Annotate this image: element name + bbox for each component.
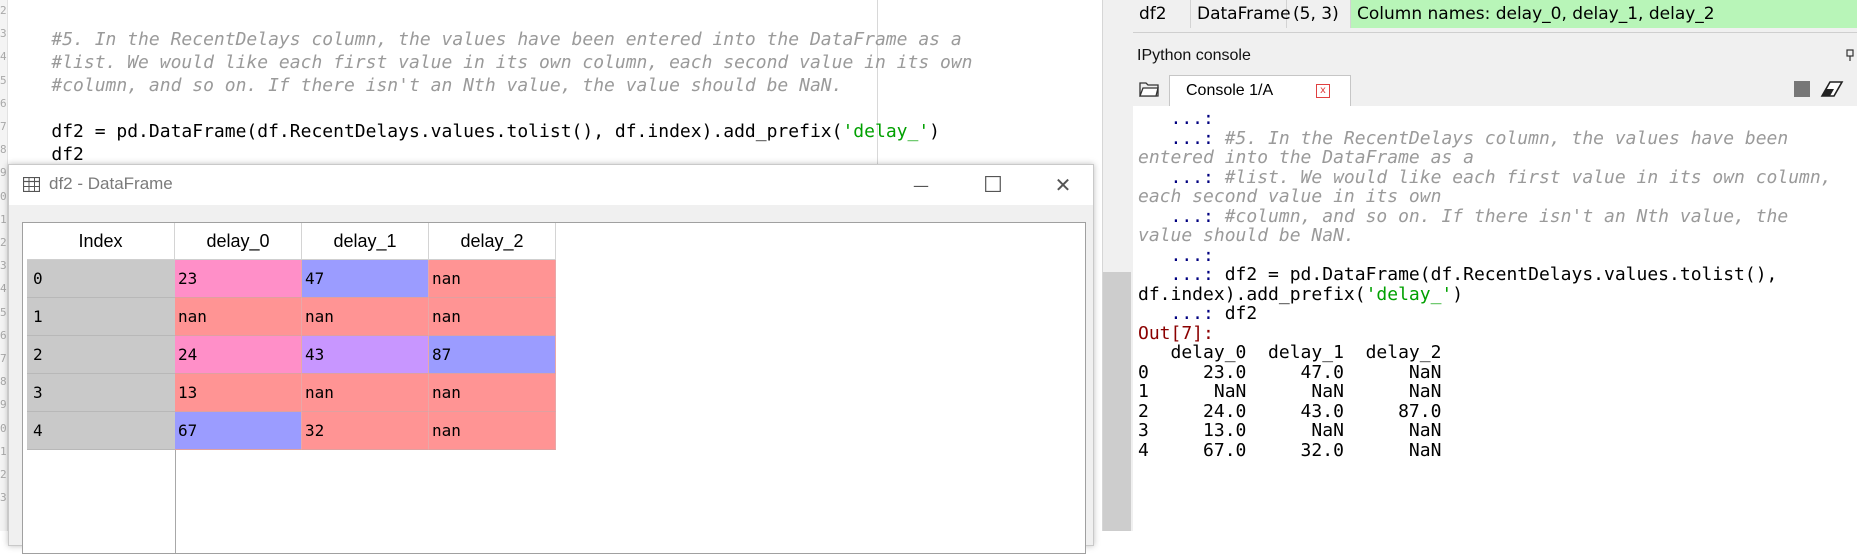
line-number: 4 xyxy=(0,50,7,64)
console-text: df2 xyxy=(1224,303,1258,324)
console-tab-label: Console 1/A xyxy=(1186,82,1274,99)
console-tab[interactable]: Console 1/A x xyxy=(1169,75,1351,106)
ipython-console-output[interactable]: ...: ...: #5. In the RecentDelays column… xyxy=(1133,106,1857,531)
close-button[interactable]: ✕ xyxy=(1041,169,1085,201)
index-header[interactable]: Index xyxy=(27,223,175,260)
minimize-button[interactable]: — xyxy=(899,169,943,201)
column-header-delay-2[interactable]: delay_2 xyxy=(429,223,556,260)
right-panel: df2 DataFrame (5, 3) Column names: delay… xyxy=(1133,0,1857,531)
console-text: ) xyxy=(1452,283,1464,305)
table-cell[interactable]: nan xyxy=(302,298,429,336)
line-number: 1 xyxy=(0,444,7,458)
index-cell[interactable]: 3 xyxy=(27,374,175,412)
table-cell[interactable]: nan xyxy=(429,412,556,450)
line-number-gutter: 2 3 4 5 6 7 8 9 0 1 2 3 4 5 6 7 8 9 0 1 2 3 xyxy=(0,0,8,531)
eraser-icon[interactable] xyxy=(1820,80,1844,98)
code-text: df2 = pd.DataFrame(df.RecentDelays.value… xyxy=(51,121,843,142)
index-header-label: Index xyxy=(78,230,123,251)
line-number: 6 xyxy=(0,328,7,342)
table-cell[interactable]: 13 xyxy=(175,374,302,412)
line-number: 7 xyxy=(0,352,7,365)
variable-value: Column names: delay_0, delay_1, delay_2 xyxy=(1351,0,1857,28)
column-header-label: delay_0 xyxy=(206,230,270,251)
table-cell[interactable]: 24 xyxy=(175,336,302,374)
table-cell[interactable]: 47 xyxy=(302,260,429,298)
line-number: 1 xyxy=(0,212,7,226)
line-number: 9 xyxy=(0,398,7,412)
console-text: 4 67.0 32.0 NaN xyxy=(1138,439,1442,461)
index-cell[interactable]: 0 xyxy=(27,260,175,298)
column-header-delay-0[interactable]: delay_0 xyxy=(175,223,302,260)
variable-explorer-row[interactable]: df2 DataFrame (5, 3) Column names: delay… xyxy=(1133,0,1857,33)
dataframe-table[interactable]: Index delay_0 delay_1 delay_2 0 23 47 nan 1 n… xyxy=(22,222,1086,554)
close-icon: ✕ xyxy=(1054,173,1072,197)
maximize-button[interactable]: ☐ xyxy=(971,169,1015,201)
maximize-icon: ☐ xyxy=(983,172,1003,198)
stop-kernel-icon[interactable] xyxy=(1794,81,1810,97)
console-tab-bar: Console 1/A x xyxy=(1133,72,1857,107)
pane-options-icon[interactable] xyxy=(1845,48,1855,62)
table-cell[interactable]: 87 xyxy=(429,336,556,374)
column-header-label: delay_1 xyxy=(333,230,397,251)
variable-name: df2 xyxy=(1133,0,1191,28)
table-icon xyxy=(23,177,40,192)
table-cell[interactable]: 32 xyxy=(302,412,429,450)
console-line: 4 67.0 32.0 NaN xyxy=(1138,439,1441,462)
line-number: 0 xyxy=(0,189,7,203)
table-cell[interactable]: 23 xyxy=(175,260,302,298)
line-number: 9 xyxy=(0,166,7,180)
code-comment: #column, and so on. If there isn't an Nt… xyxy=(51,75,843,96)
line-number: 4 xyxy=(0,282,7,296)
line-number: 2 xyxy=(0,4,7,17)
table-cell[interactable]: nan xyxy=(429,298,556,336)
table-cell[interactable]: 43 xyxy=(302,336,429,374)
line-number: 8 xyxy=(0,143,7,157)
line-number: 5 xyxy=(0,73,7,87)
line-number: 3 xyxy=(0,259,7,273)
line-number: 5 xyxy=(0,305,7,319)
code-text: ) xyxy=(929,121,941,142)
window-title: df2 - DataFrame xyxy=(49,174,173,193)
index-cell[interactable]: 4 xyxy=(27,412,175,450)
line-number: 3 xyxy=(0,27,7,41)
dataframe-editor-window[interactable]: df2 - DataFrame — ☐ ✕ Index delay_0 dela… xyxy=(8,164,1094,554)
line-number: 8 xyxy=(0,375,7,389)
code-text: df2 xyxy=(51,144,84,165)
variable-size: (5, 3) xyxy=(1287,0,1351,28)
vertical-scrollbar-thumb[interactable] xyxy=(1103,272,1131,531)
table-cell[interactable]: 67 xyxy=(175,412,302,450)
folder-icon[interactable] xyxy=(1139,80,1159,98)
code-string: 'delay_' xyxy=(842,121,930,142)
console-string: 'delay_' xyxy=(1365,283,1453,305)
line-number: 2 xyxy=(0,236,7,249)
table-cell[interactable]: nan xyxy=(302,374,429,412)
close-tab-icon[interactable]: x xyxy=(1316,84,1330,98)
column-header-label: delay_2 xyxy=(460,230,524,251)
variable-type: DataFrame xyxy=(1191,0,1291,28)
index-cell[interactable]: 2 xyxy=(27,336,175,374)
line-number: 0 xyxy=(0,421,7,435)
table-cell[interactable]: nan xyxy=(429,374,556,412)
minimize-icon: — xyxy=(913,175,929,195)
index-cell[interactable]: 1 xyxy=(27,298,175,336)
window-titlebar[interactable]: df2 - DataFrame — ☐ ✕ xyxy=(9,165,1093,205)
line-number: 2 xyxy=(0,468,7,481)
line-number: 3 xyxy=(0,491,7,505)
console-pane-title: IPython console xyxy=(1137,47,1251,64)
column-header-delay-1[interactable]: delay_1 xyxy=(302,223,429,260)
code-line-5[interactable]: df2 = pd.DataFrame(df.RecentDelays.value… xyxy=(8,97,940,166)
line-number: 7 xyxy=(0,120,7,133)
table-cell[interactable]: nan xyxy=(429,260,556,298)
line-number: 6 xyxy=(0,96,7,110)
table-cell[interactable]: nan xyxy=(175,298,302,336)
